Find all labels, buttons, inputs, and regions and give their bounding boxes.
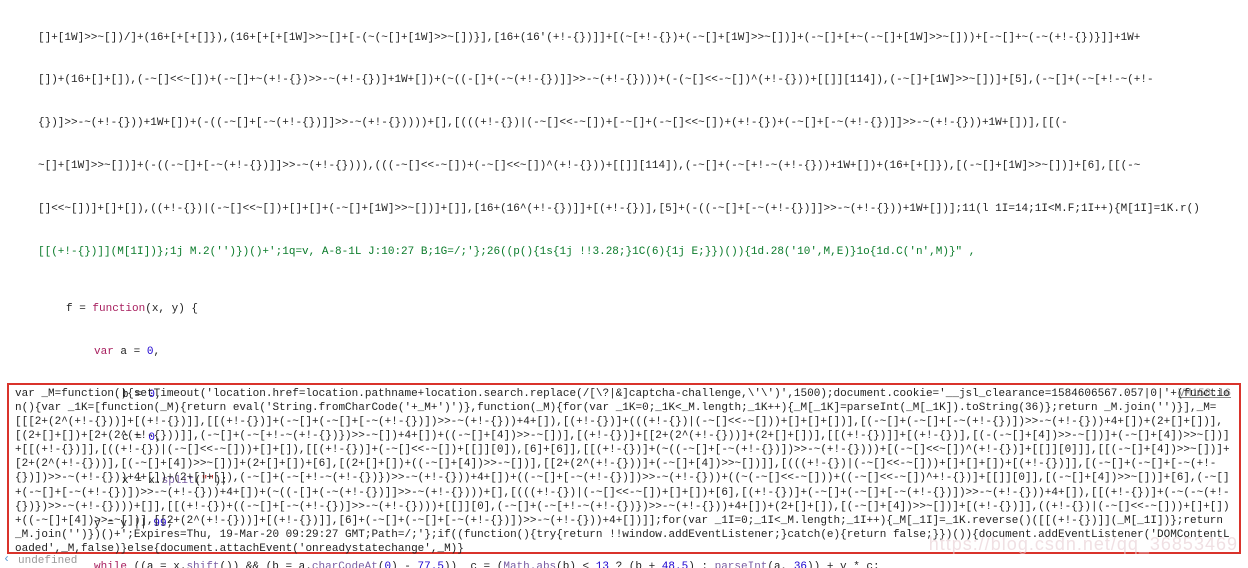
code-line: f = function(x, y) {	[38, 302, 1240, 316]
obf-line: ~[]+[1W]>>~[])]+(-((-~[]+[-~(+!-{})]]>>-…	[38, 159, 1240, 173]
console-output-highlight: VM158:16 var _M=function(){setTimeout('l…	[7, 383, 1241, 554]
obf-line: {})]>>-~(+!-{}))+1W+[])+(-((-~[]+[-~(+!-…	[38, 116, 1240, 130]
obf-line: []<<~[])]+[]+[]),((+!-{})|(-~[]<<~[])+[]…	[38, 202, 1240, 216]
console-undefined-label: undefined	[18, 554, 77, 568]
obf-line: []+[1W]>>~[])/]+(16+[+[+[]}),(16+[+[+[1W…	[38, 31, 1240, 45]
obf-line: [[(+!-{})]](M[1I])};1j M.2('')})()+';1q=…	[38, 245, 1240, 259]
code-line: var a = 0,	[38, 345, 1240, 359]
watermark-text: https://blog.csdn.net/qq_36853469	[929, 533, 1238, 556]
code-line: while ((a = x.shift()) && (b = a.charCod…	[38, 560, 1240, 568]
console-prompt-icon: ‹	[3, 552, 10, 568]
obf-line: [])+(16+[]+[]),(-~[]<<~[])+(-~[]+~(+!-{}…	[38, 73, 1240, 87]
console-output-text: var _M=function(){setTimeout('location.h…	[9, 385, 1239, 552]
